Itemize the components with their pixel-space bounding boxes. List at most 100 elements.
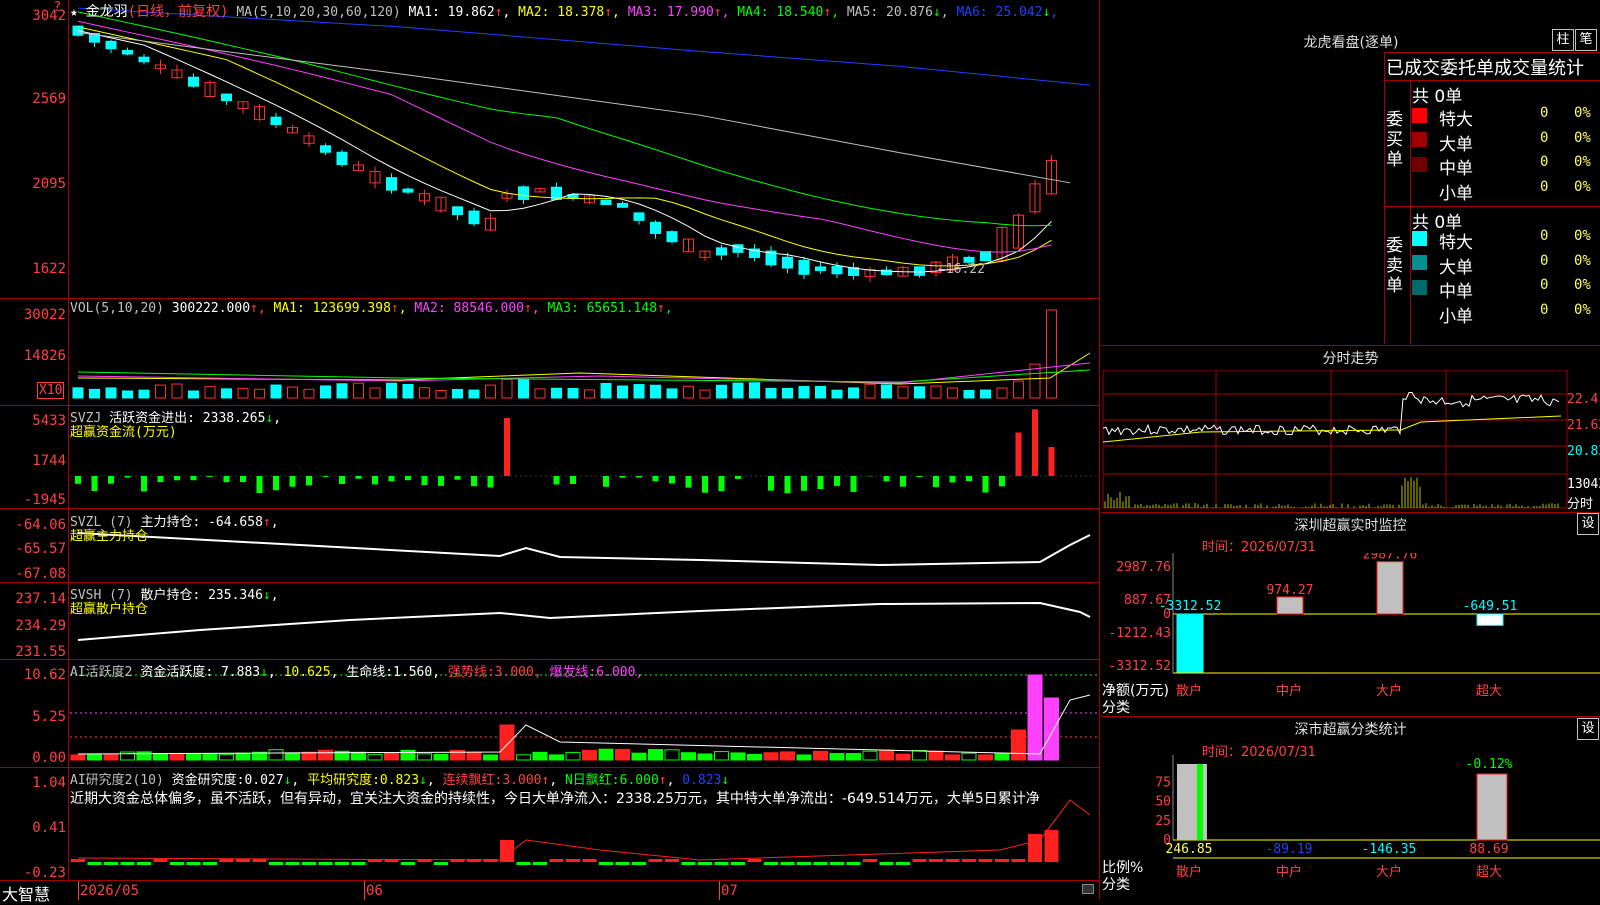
money-flow-bar bbox=[785, 476, 791, 493]
ratio-bar bbox=[1197, 764, 1203, 840]
activity-bar bbox=[995, 754, 1009, 760]
longhu-title: 龙虎看盘(逐单) bbox=[1251, 32, 1451, 52]
research-bar bbox=[566, 859, 580, 862]
activity-bar bbox=[286, 753, 300, 760]
volume-bar bbox=[519, 379, 529, 398]
order-percent: 0% bbox=[1574, 253, 1591, 269]
activity-bar bbox=[797, 755, 811, 760]
color-swatch bbox=[1412, 231, 1427, 246]
activity-bar bbox=[946, 755, 960, 760]
sz-monitor-axis-tick: -1212.43 bbox=[1108, 626, 1171, 641]
activity-bar bbox=[665, 750, 679, 760]
color-swatch bbox=[1412, 181, 1427, 196]
research-bar bbox=[929, 859, 943, 862]
candle bbox=[667, 232, 677, 242]
activity-bar bbox=[748, 754, 762, 760]
sell-order-row: 特大00% bbox=[1412, 228, 1427, 248]
ma-value-3: MA3: 17.990↑, bbox=[628, 5, 738, 20]
research-bar bbox=[863, 859, 877, 862]
ratio-value: 246.85 bbox=[1166, 842, 1213, 857]
activity-bar bbox=[467, 753, 481, 760]
ai2-axis-tick: 0.00 bbox=[0, 750, 66, 766]
money-flow-bar bbox=[999, 476, 1005, 486]
money-flow-bar bbox=[719, 476, 725, 491]
favorite-star-icon[interactable]: ★ bbox=[70, 5, 78, 20]
research-bar bbox=[764, 862, 778, 865]
volume-bar bbox=[832, 390, 842, 398]
sz-stats-settings-button[interactable]: 设 bbox=[1577, 718, 1599, 740]
volume-bar bbox=[1014, 381, 1024, 398]
buy-total: 共 0单 bbox=[1412, 82, 1462, 107]
money-flow-bar bbox=[653, 476, 659, 481]
vol-ma-value-1: MA1: 123699.398↑, bbox=[274, 301, 415, 316]
buy-order-row: 特大00% bbox=[1412, 105, 1427, 125]
chart-canvas[interactable] bbox=[0, 0, 1100, 900]
order-size-label: 特大 bbox=[1439, 105, 1473, 130]
net-flow-label: -3312.52 bbox=[1159, 599, 1222, 614]
money-flow-bar bbox=[1016, 433, 1022, 477]
money-flow-bar bbox=[983, 476, 989, 493]
volume-bar bbox=[651, 385, 661, 398]
money-flow-bar bbox=[884, 476, 890, 481]
research-bar bbox=[830, 862, 844, 865]
volume-bar bbox=[931, 386, 941, 398]
order-percent: 0% bbox=[1574, 105, 1591, 121]
ma-value-5: MA5: 20.876↓, bbox=[847, 5, 957, 20]
intraday-chart[interactable] bbox=[1101, 370, 1600, 510]
net-flow-bar bbox=[1177, 614, 1203, 672]
activity-bar bbox=[1012, 730, 1026, 760]
candle bbox=[618, 203, 628, 207]
volume-bar bbox=[321, 386, 331, 398]
candle bbox=[453, 207, 463, 215]
money-flow-bar bbox=[735, 476, 741, 479]
research-bar bbox=[401, 862, 415, 865]
research-bar bbox=[352, 862, 366, 865]
volume-bar bbox=[700, 390, 710, 398]
volume-bar bbox=[766, 388, 776, 398]
activity-bar bbox=[187, 754, 201, 760]
volume-bar bbox=[1047, 310, 1057, 398]
candle bbox=[915, 267, 925, 276]
volume-bar bbox=[684, 386, 694, 398]
ai-research-axis-tick: -0.23 bbox=[0, 865, 66, 881]
order-count: 0 bbox=[1540, 105, 1548, 121]
volume-bar bbox=[915, 387, 925, 398]
sz-monitor-axis-tick: 2987.76 bbox=[1116, 560, 1171, 575]
research-bar bbox=[137, 862, 151, 865]
activity-bar bbox=[583, 750, 597, 760]
volume-bar bbox=[502, 379, 512, 398]
activity-bar bbox=[715, 752, 729, 760]
activity-bar bbox=[632, 753, 646, 760]
candle bbox=[222, 94, 232, 101]
money-flow-bar bbox=[1032, 409, 1038, 476]
main-chart-header: ★ 金龙羽(日线，前复权) MA(5,10,20,30,60,120) MA1:… bbox=[70, 1, 1058, 21]
order-percent: 0% bbox=[1574, 179, 1591, 195]
money-flow-bar bbox=[488, 476, 494, 488]
research-bar bbox=[814, 862, 828, 865]
research-bar bbox=[599, 862, 613, 865]
retail-line bbox=[78, 603, 1090, 640]
ratio-value: 88.69 bbox=[1469, 842, 1508, 857]
activity-line bbox=[78, 695, 1090, 754]
order-count: 0 bbox=[1540, 228, 1548, 244]
lock-icon[interactable] bbox=[1082, 884, 1094, 894]
chart-area[interactable]: ? ★ 金龙羽(日线，前复权) MA(5,10,20,30,60,120) MA… bbox=[0, 0, 1100, 900]
sz-monitor-settings-button[interactable]: 设 bbox=[1577, 513, 1599, 535]
money-flow-bar bbox=[257, 476, 263, 493]
sz-stats-axis-tick: 50 bbox=[1155, 795, 1171, 810]
ma-line bbox=[78, 12, 1052, 226]
research-bar bbox=[979, 859, 993, 862]
bar-mode-button[interactable]: 柱 bbox=[1552, 29, 1574, 51]
period-label[interactable]: (日线，前复权) bbox=[128, 4, 229, 20]
svsh-axis-tick: 234.29 bbox=[0, 618, 66, 634]
main-force-line bbox=[78, 533, 1090, 565]
tick-mode-button[interactable]: 笔 bbox=[1575, 29, 1597, 51]
activity-bar bbox=[1045, 698, 1059, 760]
svzl-axis-tick: -65.57 bbox=[0, 541, 66, 557]
money-flow-bar bbox=[603, 476, 609, 487]
volume-bar bbox=[585, 390, 595, 398]
research-bar bbox=[335, 862, 349, 865]
money-flow-bar bbox=[240, 476, 246, 482]
money-flow-bar bbox=[372, 476, 378, 484]
svsh-axis-tick: 237.14 bbox=[0, 591, 66, 607]
